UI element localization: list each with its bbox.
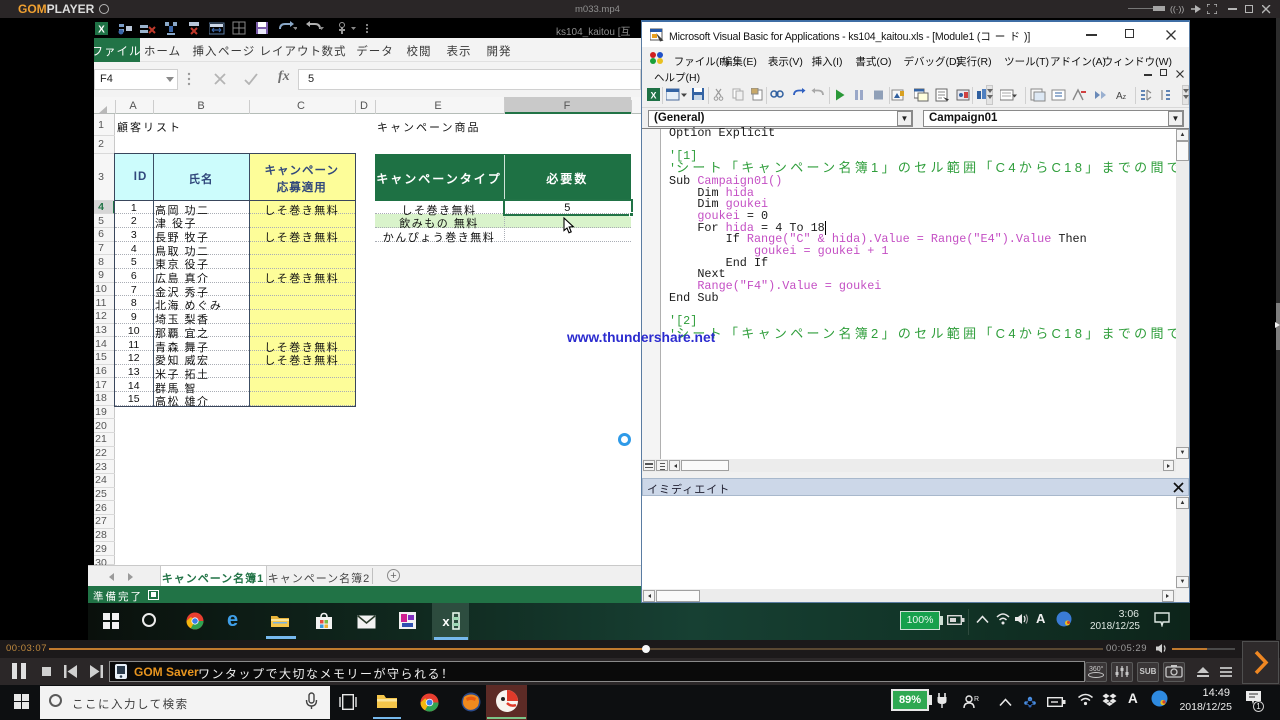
svg-text:X: X [98,25,105,36]
svg-text:Az: Az [1116,91,1127,102]
svg-text:X: X [650,91,656,101]
svg-text:x: x [442,614,450,629]
svg-text:R: R [974,696,979,703]
